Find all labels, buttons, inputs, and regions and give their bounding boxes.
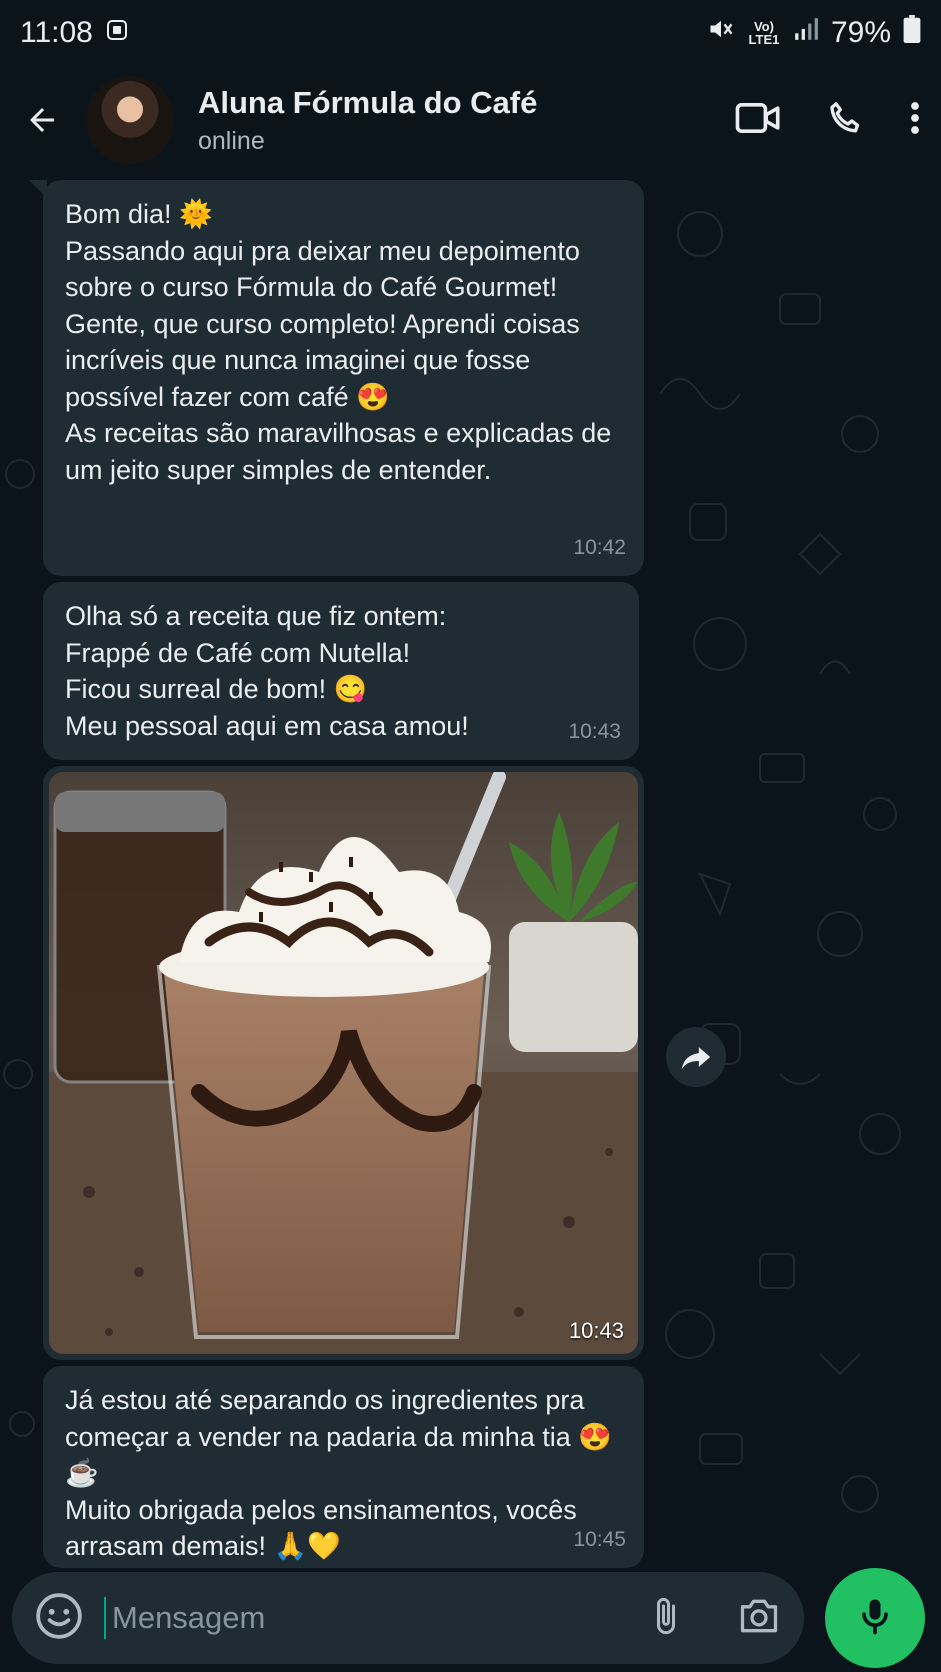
message-bubble[interactable]: Olha só a receita que fiz ontem: Frappé … (43, 582, 639, 760)
camera-icon[interactable] (736, 1594, 782, 1643)
mute-icon (707, 15, 735, 51)
forward-icon[interactable] (666, 1027, 726, 1087)
contact-info[interactable]: Aluna Fórmula do Café online (198, 85, 537, 156)
message-time: 10:43 (568, 719, 621, 743)
contact-avatar[interactable] (86, 76, 174, 164)
message-time: 10:45 (573, 1527, 626, 1551)
contact-status: online (198, 126, 265, 155)
screenshot-notification-icon (105, 16, 129, 50)
bubble-tail (29, 180, 47, 198)
signal-icon (793, 16, 819, 50)
contact-name: Aluna Fórmula do Café (198, 84, 538, 120)
battery-level: 79% (830, 16, 891, 49)
status-bar: 11:08 Vo) LTE1 79% (0, 0, 941, 66)
message-text: Já estou até separando os ingredientes p… (65, 1385, 612, 1561)
emoji-icon[interactable] (34, 1591, 84, 1646)
voice-call-icon[interactable] (825, 98, 865, 143)
message-text: Bom dia! 🌞 Passando aqui pra deixar meu … (65, 199, 612, 485)
video-call-icon[interactable] (735, 100, 781, 141)
message-time: 10:42 (573, 535, 626, 559)
message-bubble[interactable]: Já estou até separando os ingredientes p… (43, 1366, 644, 1568)
attachment-icon[interactable] (646, 1594, 686, 1643)
voice-message-button[interactable] (825, 1568, 925, 1668)
message-composer (12, 1572, 804, 1664)
frappe-photo[interactable]: 10:43 (49, 772, 638, 1354)
message-bubble[interactable]: Bom dia! 🌞 Passando aqui pra deixar meu … (29, 180, 644, 576)
status-time: 11:08 (20, 16, 93, 49)
back-arrow-icon[interactable] (20, 98, 64, 142)
more-options-icon[interactable] (909, 100, 921, 141)
image-message-bubble[interactable]: 10:43 (43, 766, 644, 1360)
microphone-icon (853, 1594, 897, 1643)
battery-icon (903, 15, 921, 51)
chat-header: Aluna Fórmula do Café online (0, 66, 941, 174)
message-text: Olha só a receita que fiz ontem: Frappé … (65, 601, 469, 741)
message-input[interactable] (104, 1597, 646, 1639)
message-time: 10:43 (568, 1318, 624, 1343)
network-label: Vo) LTE1 (748, 19, 780, 47)
